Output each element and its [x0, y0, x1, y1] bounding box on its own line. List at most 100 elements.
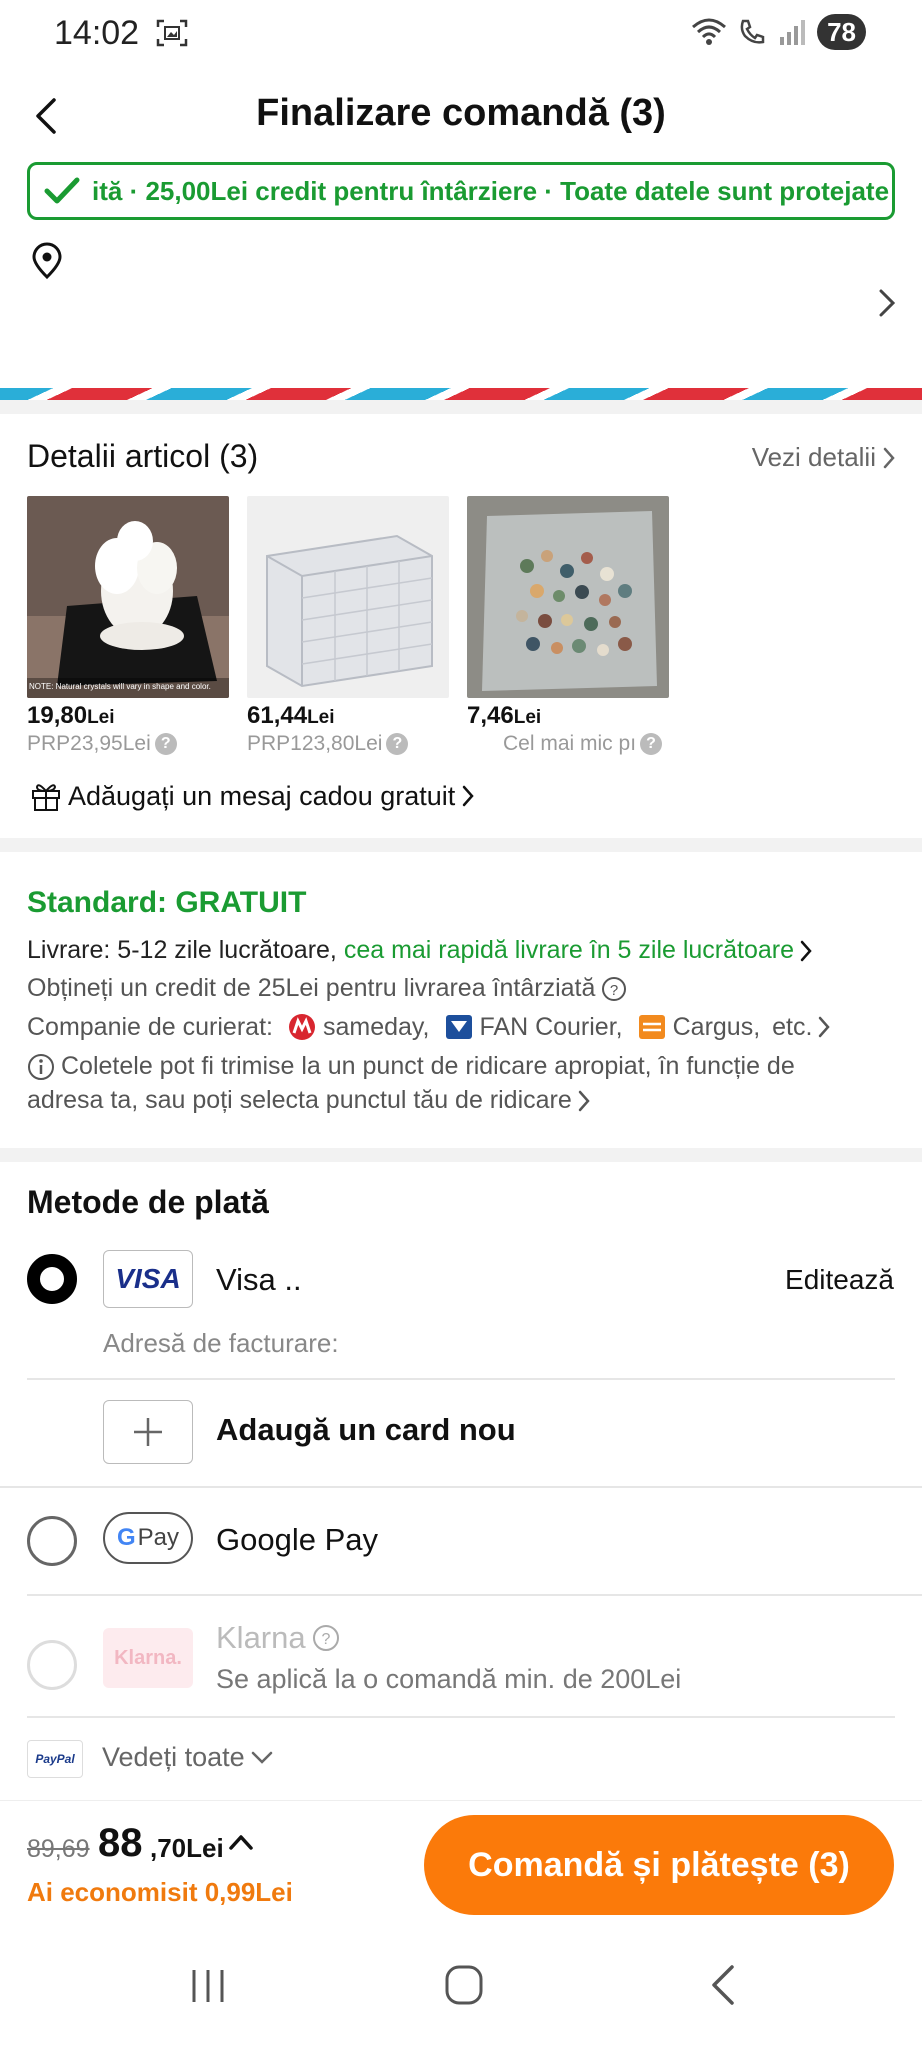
product-card[interactable]: NOTE: Natural crystals will vary in shap…: [27, 496, 229, 756]
protection-banner: ită · 25,00Lei credit pentru întârziere …: [27, 162, 895, 220]
sameday-logo-icon: [288, 1014, 315, 1040]
shipping-title: Standard: GRATUIT: [27, 886, 307, 919]
price-currency: Lei: [513, 707, 542, 728]
paypal-logo-text: PayPal: [35, 1752, 75, 1766]
see-all-link[interactable]: Vedeți toate: [102, 1742, 273, 1773]
visa-logo-text: VISA: [115, 1263, 181, 1294]
divider: [27, 1378, 895, 1380]
banner-text: ită · 25,00Lei credit pentru întârziere …: [92, 175, 890, 206]
product-image: [247, 496, 449, 698]
gift-message-label: Adăugați un mesaj cadou gratuit: [68, 780, 456, 811]
pickup-info-line1: Coletele pot fi trimise la un punct de r…: [27, 1052, 795, 1081]
total-price-decimals: ,70Lei: [150, 1833, 224, 1863]
google-pay-radio[interactable]: [27, 1516, 77, 1566]
product-image: NOTE: Natural crystals will vary in shap…: [27, 496, 229, 698]
see-details-link[interactable]: Vezi detalii: [752, 442, 896, 473]
google-pay-logo: G Pay: [103, 1512, 193, 1564]
airmail-divider: [0, 388, 922, 400]
drawer-organizer-image: [247, 496, 449, 698]
fast-delivery-text: cea mai rapidă livrare în 5 zile lucrăto…: [343, 936, 795, 964]
chevron-right-icon: [578, 1090, 590, 1111]
chevron-right-icon: [883, 447, 895, 468]
savings-text: Ai economisit 0,99Lei: [27, 1877, 293, 1907]
late-credit-text: Obțineți un credit de 25Lei pentru livra…: [27, 974, 596, 1002]
section-gap: [0, 400, 922, 414]
fan-courier-logo-icon: [445, 1015, 472, 1039]
page-header: Finalizare comandă (3): [0, 76, 922, 158]
gift-message-link[interactable]: Adăugați un mesaj cadou gratuit: [30, 780, 475, 812]
product-card[interactable]: 7,46Lei Cel mai mic pı ?: [467, 496, 669, 756]
price-currency: Lei: [87, 707, 115, 728]
pickup-text-2: adresa ta, sau poți selecta punctul tău …: [27, 1086, 572, 1114]
item-details-title: Detalii articol (3): [27, 438, 259, 474]
place-order-button[interactable]: Comandă și plătește (3): [424, 1815, 894, 1915]
product-card[interactable]: 61,44Lei PRP123,80Lei ?: [247, 496, 449, 756]
help-icon[interactable]: ?: [386, 733, 409, 755]
chevron-up-icon[interactable]: [228, 1833, 254, 1851]
see-all-payment-methods[interactable]: PayPal Vedeți toate: [0, 1736, 922, 1782]
delivery-time-row[interactable]: Livrare: 5-12 zile lucrătoare, cea mai r…: [27, 936, 812, 965]
payment-methods-section: Metode de plată VISA Visa .. Editează Ad…: [0, 1164, 922, 1796]
signal-icon: [780, 20, 806, 45]
product-rrp: PRP23,95Lei ?: [27, 732, 229, 756]
google-pay-label: Google Pay: [216, 1522, 378, 1557]
home-button[interactable]: [444, 1964, 484, 2006]
visa-logo: VISA: [103, 1250, 193, 1308]
price-currency: Lei: [307, 707, 335, 728]
status-bar: 14:02 78: [0, 0, 922, 70]
add-card-label: Adaugă un card nou: [216, 1412, 516, 1447]
gift-icon: [32, 784, 60, 811]
price-value: 19,80: [27, 702, 88, 729]
status-icons: 78: [691, 14, 866, 50]
product-price: 19,80Lei: [27, 702, 229, 730]
delivery-prefix: Livrare: 5-12 zile lucrătoare,: [27, 936, 344, 964]
klarna-note: Se aplică la o comandă min. de 200Lei: [216, 1664, 682, 1694]
back-nav-button[interactable]: [708, 1964, 738, 2006]
courier-row[interactable]: Companie de curierat: sameday, FAN Couri…: [27, 1012, 831, 1042]
system-navigation-bar: [0, 1928, 922, 2048]
location-pin-icon: [32, 242, 62, 280]
klarna-title: Klarna ?: [216, 1620, 340, 1656]
page-title: Finalizare comandă (3): [256, 92, 666, 134]
price-value: 61,44: [247, 702, 308, 729]
help-icon[interactable]: ?: [154, 733, 177, 755]
courier-cargus: Cargus,: [672, 1012, 761, 1041]
plus-glyph: [134, 1418, 162, 1446]
klarna-logo-text: Klarna.: [114, 1646, 182, 1669]
payment-option-visa[interactable]: VISA Visa .. Editează Adresă de facturar…: [0, 1250, 922, 1376]
product-image-note: NOTE: Natural crystals will vary in shap…: [29, 682, 211, 691]
paypal-logo: PayPal: [27, 1740, 83, 1778]
visa-radio[interactable]: [27, 1254, 77, 1304]
help-icon[interactable]: ?: [640, 733, 663, 755]
item-details-section: Detalii articol (3) Vezi detalii NOTE: N…: [0, 414, 922, 838]
stone-chips-image: [467, 496, 669, 698]
chevron-right-icon: [463, 785, 474, 807]
chevron-down-icon: [251, 1751, 272, 1764]
original-total: 89,69: [27, 1835, 90, 1863]
chevron-right-icon: [879, 289, 896, 317]
product-price: 61,44Lei: [247, 702, 449, 730]
payment-option-google-pay[interactable]: G Pay Google Pay: [0, 1510, 922, 1574]
help-icon[interactable]: ?: [312, 1624, 340, 1652]
shipping-address[interactable]: [0, 232, 922, 382]
section-gap: [0, 838, 922, 852]
add-new-card-button[interactable]: Adaugă un card nou: [0, 1400, 922, 1468]
google-pay-text: Pay: [137, 1524, 180, 1551]
courier-etc: etc.: [772, 1012, 813, 1041]
courier-fan: FAN Courier,: [479, 1012, 623, 1041]
divider: [27, 1594, 922, 1596]
help-icon[interactable]: ?: [601, 976, 627, 1002]
visa-edit-button[interactable]: Editează: [785, 1264, 894, 1296]
billing-address-label: Adresă de facturare:: [103, 1328, 339, 1358]
section-gap: [0, 1148, 922, 1162]
recent-apps-button[interactable]: [188, 1966, 228, 2006]
divider: [27, 1716, 895, 1718]
payment-option-klarna: Klarna. Klarna ? Se aplică la o comandă …: [0, 1614, 922, 1714]
pickup-info-line2[interactable]: adresa ta, sau poți selecta punctul tău …: [27, 1086, 590, 1115]
courier-sameday: sameday,: [322, 1012, 430, 1041]
klarna-radio: [27, 1640, 77, 1690]
chevron-right-icon: [819, 1016, 831, 1038]
shipping-section: Standard: GRATUIT Livrare: 5-12 zile luc…: [0, 852, 922, 1148]
visa-label: Visa ..: [216, 1262, 302, 1297]
total-price: 88: [98, 1821, 143, 1865]
